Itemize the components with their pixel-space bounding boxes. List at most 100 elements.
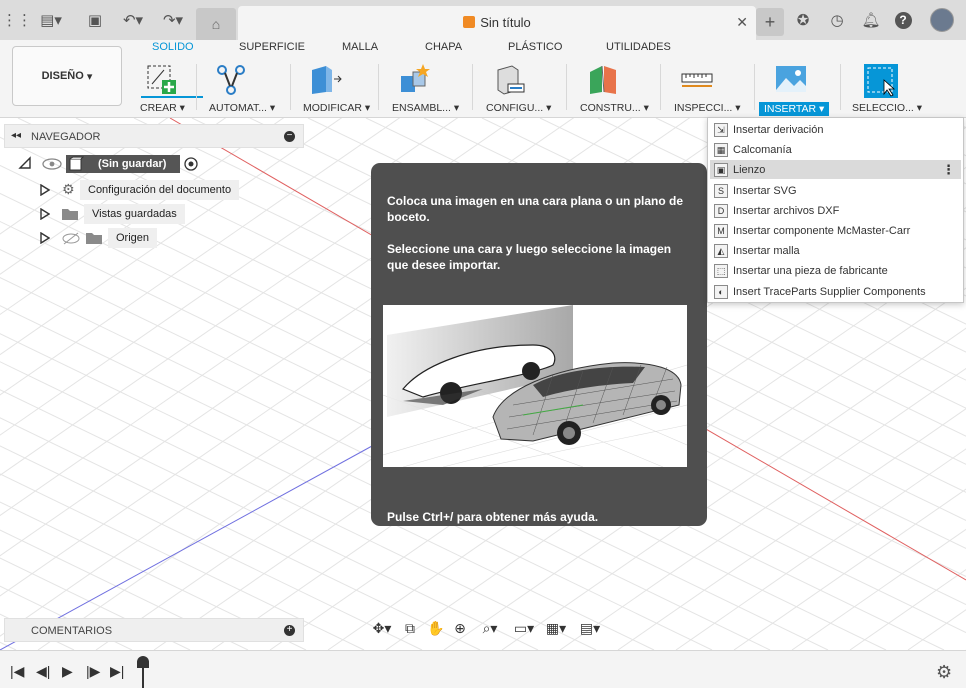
avatar[interactable] (930, 8, 954, 32)
play-icon[interactable]: ▶ (62, 663, 73, 680)
tooltip-description: Coloca una imagen en una cara plana o un… (387, 194, 684, 224)
expand-arrow-icon[interactable] (40, 232, 50, 244)
tab-superficie[interactable]: SUPERFICIE (239, 41, 305, 53)
file-icon[interactable]: ▤▾ (40, 9, 62, 31)
configure-icon[interactable] (492, 62, 526, 96)
more-options-icon[interactable]: ⋮ (942, 162, 955, 178)
step-forward-icon[interactable]: |▶ (86, 663, 100, 680)
tab-plstico[interactable]: PLÁSTICO (508, 41, 562, 53)
folder-icon (86, 233, 102, 244)
configure-menu-group[interactable]: CONFIGU... ▾ (484, 62, 564, 118)
create-sketch-menu-group[interactable]: CREAR ▾ (136, 62, 216, 118)
tab-utilidades[interactable]: UTILIDADES (606, 41, 671, 53)
menu-item-decal[interactable]: ▦ Calcomanía (710, 140, 961, 159)
tab-chapa[interactable]: CHAPA (425, 41, 462, 53)
mcmaster-icon: M (714, 224, 728, 238)
menu-item-mesh[interactable]: ◭ Insertar malla (710, 241, 961, 260)
modify-menu-group[interactable]: MODIFICAR ▾ (300, 62, 380, 118)
zoom-icon[interactable]: ⊕ (450, 620, 470, 640)
document-tab[interactable]: Sin título ✕ (238, 6, 756, 40)
orbit-icon[interactable]: ✥▾ (368, 620, 396, 640)
automate-icon[interactable] (214, 62, 248, 96)
browser-item[interactable]: Origen (0, 228, 300, 248)
viewports-icon[interactable]: ▤▾ (576, 620, 604, 640)
ribbon-separator (840, 64, 841, 110)
select-dropdown-label[interactable]: SELECCIO... ▾ (852, 102, 922, 114)
create-sketch-icon[interactable] (144, 62, 178, 96)
eye-icon[interactable] (42, 157, 62, 171)
menu-item-dxf[interactable]: D Insertar archivos DXF (710, 201, 961, 220)
activate-radio-icon[interactable] (184, 157, 198, 171)
dxf-icon: D (714, 203, 728, 218)
browser-item[interactable]: Vistas guardadas (0, 204, 300, 224)
collapse-icon[interactable]: ◂◂ (11, 130, 21, 141)
menu-item-mcmaster[interactable]: M Insertar componente McMaster-Carr (710, 221, 961, 240)
assemble-menu-group[interactable]: ENSAMBL... ▾ (389, 62, 469, 118)
menu-item-label: Insertar SVG (733, 184, 797, 197)
document-title: Sin título (480, 15, 531, 30)
pan-icon[interactable]: ✋ (426, 620, 446, 640)
undo-icon[interactable]: ↶▾ (118, 9, 148, 31)
modify-dropdown-label[interactable]: MODIFICAR ▾ (303, 102, 370, 114)
modify-icon[interactable] (308, 62, 342, 96)
job-status-icon[interactable]: ◷ (826, 9, 848, 31)
go-to-end-icon[interactable]: ▶| (110, 663, 124, 680)
expand-arrow-icon[interactable] (40, 208, 50, 220)
configure-dropdown-label[interactable]: CONFIGU... ▾ (486, 102, 551, 114)
inspect-icon[interactable] (680, 62, 714, 96)
hidden-eye-icon[interactable] (62, 232, 80, 245)
step-back-icon[interactable]: ◀| (36, 663, 50, 680)
notifications-icon[interactable]: 🔔︎ (860, 9, 882, 31)
new-tab-icon[interactable]: + (756, 8, 784, 36)
inspect-menu-group[interactable]: INSPECCI... ▾ (672, 62, 752, 118)
fit-icon[interactable]: ⌕▾ (476, 620, 504, 640)
menu-item-label: Lienzo (733, 164, 766, 177)
look-at-icon[interactable]: ⧉ (400, 620, 420, 640)
select-menu-group[interactable]: SELECCIO... ▾ (850, 62, 930, 118)
ribbon-separator (660, 64, 661, 110)
grid-settings-icon[interactable]: ▦▾ (542, 620, 570, 640)
browser-item[interactable]: ⚙ Configuración del documento (0, 180, 300, 200)
svg-icon: S (714, 183, 728, 198)
expand-triangle-icon[interactable] (18, 156, 32, 170)
automate-menu-group[interactable]: AUTOMAT... ▾ (206, 62, 286, 118)
menu-item-manufacturer-part[interactable]: ⬚ Insertar una pieza de fabricante (710, 261, 961, 280)
tooltip-help-hint: Pulse Ctrl+/ para obtener más ayuda. (387, 510, 599, 524)
construct-dropdown-label[interactable]: CONSTRU... ▾ (580, 102, 649, 114)
minimize-icon[interactable]: − (284, 131, 295, 142)
save-icon[interactable]: ▣ (84, 9, 106, 31)
help-icon[interactable]: ? (892, 9, 914, 31)
menu-item-traceparts[interactable]: ◐ Insert TraceParts Supplier Components (710, 282, 961, 301)
tab-solido[interactable]: SOLIDO (152, 41, 194, 53)
select-icon[interactable] (862, 62, 898, 98)
automate-dropdown-label[interactable]: AUTOMAT... ▾ (209, 102, 275, 114)
construct-icon[interactable] (586, 62, 620, 96)
timeline-marker-line (142, 664, 144, 688)
browser-item-label: Vistas guardadas (84, 204, 185, 224)
create-sketch-dropdown-label[interactable]: CREAR ▾ (140, 102, 185, 114)
menu-item-derive[interactable]: ⇲ Insertar derivación (710, 120, 961, 139)
assemble-dropdown-label[interactable]: ENSAMBL... ▾ (392, 102, 459, 114)
menu-item-svg[interactable]: S Insertar SVG (710, 181, 961, 200)
workspace-switcher[interactable]: DISEÑO ▾ (12, 46, 122, 106)
component-icon (463, 16, 476, 28)
timeline-settings-icon[interactable]: ⚙ (936, 662, 952, 683)
menu-item-label: Insert TraceParts Supplier Components (733, 285, 926, 298)
go-to-start-icon[interactable]: |◀ (10, 663, 24, 680)
add-comment-icon[interactable]: + (284, 625, 295, 636)
menu-item-canvas[interactable]: ▣ Lienzo ⋮ (710, 160, 961, 180)
insert-image-menu-group[interactable]: INSERTAR ▾ (759, 62, 846, 118)
apps-grid-icon[interactable]: ⋮⋮ (2, 9, 32, 31)
construct-menu-group[interactable]: CONSTRU... ▾ (578, 62, 658, 118)
inspect-dropdown-label[interactable]: INSPECCI... ▾ (674, 102, 741, 114)
display-settings-icon[interactable]: ▭▾ (510, 620, 538, 640)
assemble-icon[interactable] (397, 62, 431, 96)
home-tab[interactable]: ⌂ (196, 8, 236, 40)
insert-image-icon[interactable] (774, 62, 808, 96)
tab-malla[interactable]: MALLA (342, 41, 378, 53)
extensions-icon[interactable]: ✪ (792, 9, 814, 31)
expand-arrow-icon[interactable] (40, 184, 50, 196)
insert-image-dropdown-label[interactable]: INSERTAR ▾ (759, 102, 830, 116)
close-icon[interactable]: ✕ (736, 14, 748, 31)
redo-icon[interactable]: ↷▾ (158, 9, 188, 31)
